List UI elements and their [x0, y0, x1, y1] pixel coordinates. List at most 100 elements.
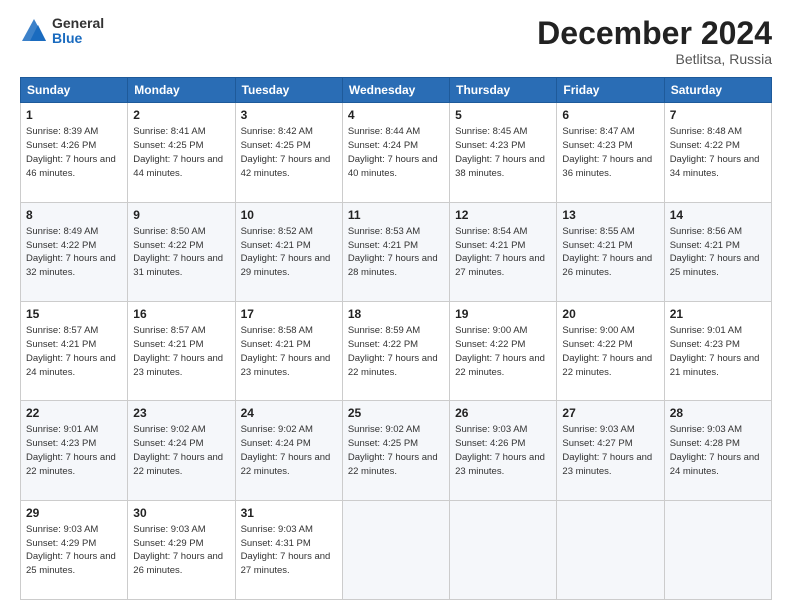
day-number: 28 [670, 405, 766, 421]
day-number: 25 [348, 405, 444, 421]
day-number: 14 [670, 207, 766, 223]
day-number: 11 [348, 207, 444, 223]
table-row: 17Sunrise: 8:58 AMSunset: 4:21 PMDayligh… [235, 301, 342, 400]
table-row: 24 Sunrise: 9:02 AMSunset: 4:24 PMDayligh… [235, 401, 342, 500]
table-row: 11Sunrise: 8:53 AMSunset: 4:21 PMDayligh… [342, 202, 449, 301]
day-info: Sunrise: 9:03 AMSunset: 4:31 PMDaylight:… [241, 524, 331, 576]
table-row [664, 500, 771, 599]
day-number: 21 [670, 306, 766, 322]
day-info: Sunrise: 8:42 AMSunset: 4:25 PMDaylight:… [241, 126, 331, 178]
table-row: 8 Sunrise: 8:49 AMSunset: 4:22 PMDaylight… [21, 202, 128, 301]
table-row: 19Sunrise: 9:00 AMSunset: 4:22 PMDayligh… [450, 301, 557, 400]
logo-icon [20, 17, 48, 45]
day-info: Sunrise: 8:56 AMSunset: 4:21 PMDaylight:… [670, 226, 760, 278]
day-number: 24 [241, 405, 337, 421]
day-info: Sunrise: 8:48 AMSunset: 4:22 PMDaylight:… [670, 126, 760, 178]
col-tuesday: Tuesday [235, 78, 342, 103]
table-row: 3 Sunrise: 8:42 AMSunset: 4:25 PMDaylight… [235, 103, 342, 202]
day-info: Sunrise: 8:52 AMSunset: 4:21 PMDaylight:… [241, 226, 331, 278]
day-number: 6 [562, 107, 658, 123]
day-info: Sunrise: 9:01 AMSunset: 4:23 PMDaylight:… [26, 424, 116, 476]
table-row: 14 Sunrise: 8:56 AMSunset: 4:21 PMDayligh… [664, 202, 771, 301]
day-info: Sunrise: 9:02 AMSunset: 4:24 PMDaylight:… [133, 424, 223, 476]
table-row: 16Sunrise: 8:57 AMSunset: 4:21 PMDayligh… [128, 301, 235, 400]
day-info: Sunrise: 8:57 AMSunset: 4:21 PMDaylight:… [26, 325, 116, 377]
day-number: 23 [133, 405, 229, 421]
day-number: 31 [241, 505, 337, 521]
table-row: 12 Sunrise: 8:54 AMSunset: 4:21 PMDayligh… [450, 202, 557, 301]
table-row: 15Sunrise: 8:57 AMSunset: 4:21 PMDayligh… [21, 301, 128, 400]
table-row [557, 500, 664, 599]
day-number: 10 [241, 207, 337, 223]
table-row: 2 Sunrise: 8:41 AMSunset: 4:25 PMDaylight… [128, 103, 235, 202]
day-number: 26 [455, 405, 551, 421]
day-info: Sunrise: 9:03 AMSunset: 4:26 PMDaylight:… [455, 424, 545, 476]
col-thursday: Thursday [450, 78, 557, 103]
day-info: Sunrise: 8:55 AMSunset: 4:21 PMDaylight:… [562, 226, 652, 278]
day-info: Sunrise: 8:44 AMSunset: 4:24 PMDaylight:… [348, 126, 438, 178]
col-sunday: Sunday [21, 78, 128, 103]
logo: General Blue [20, 16, 104, 47]
day-number: 16 [133, 306, 229, 322]
day-info: Sunrise: 9:02 AMSunset: 4:25 PMDaylight:… [348, 424, 438, 476]
table-row: 31 Sunrise: 9:03 AMSunset: 4:31 PMDayligh… [235, 500, 342, 599]
day-info: Sunrise: 9:03 AMSunset: 4:29 PMDaylight:… [26, 524, 116, 576]
table-row: 21Sunrise: 9:01 AMSunset: 4:23 PMDayligh… [664, 301, 771, 400]
day-number: 2 [133, 107, 229, 123]
calendar-week-row: 1 Sunrise: 8:39 AMSunset: 4:26 PMDaylight… [21, 103, 772, 202]
table-row: 20 Sunrise: 9:00 AMSunset: 4:22 PMDayligh… [557, 301, 664, 400]
day-info: Sunrise: 8:47 AMSunset: 4:23 PMDaylight:… [562, 126, 652, 178]
col-saturday: Saturday [664, 78, 771, 103]
logo-text: General Blue [52, 16, 104, 47]
title-block: December 2024 Betlitsa, Russia [537, 16, 772, 67]
table-row: 23 Sunrise: 9:02 AMSunset: 4:24 PMDayligh… [128, 401, 235, 500]
day-info: Sunrise: 9:02 AMSunset: 4:24 PMDaylight:… [241, 424, 331, 476]
table-row: 29 Sunrise: 9:03 AMSunset: 4:29 PMDayligh… [21, 500, 128, 599]
day-info: Sunrise: 8:41 AMSunset: 4:25 PMDaylight:… [133, 126, 223, 178]
calendar-week-row: 29 Sunrise: 9:03 AMSunset: 4:29 PMDayligh… [21, 500, 772, 599]
day-number: 27 [562, 405, 658, 421]
day-info: Sunrise: 8:54 AMSunset: 4:21 PMDaylight:… [455, 226, 545, 278]
day-info: Sunrise: 9:00 AMSunset: 4:22 PMDaylight:… [562, 325, 652, 377]
table-row: 6 Sunrise: 8:47 AMSunset: 4:23 PMDaylight… [557, 103, 664, 202]
col-friday: Friday [557, 78, 664, 103]
table-row [342, 500, 449, 599]
table-row: 5 Sunrise: 8:45 AMSunset: 4:23 PMDaylight… [450, 103, 557, 202]
table-row: 1 Sunrise: 8:39 AMSunset: 4:26 PMDaylight… [21, 103, 128, 202]
calendar-week-row: 15Sunrise: 8:57 AMSunset: 4:21 PMDayligh… [21, 301, 772, 400]
day-number: 20 [562, 306, 658, 322]
table-row: 28 Sunrise: 9:03 AMSunset: 4:28 PMDayligh… [664, 401, 771, 500]
day-number: 12 [455, 207, 551, 223]
day-info: Sunrise: 8:59 AMSunset: 4:22 PMDaylight:… [348, 325, 438, 377]
header: General Blue December 2024 Betlitsa, Rus… [20, 16, 772, 67]
page: General Blue December 2024 Betlitsa, Rus… [0, 0, 792, 612]
col-monday: Monday [128, 78, 235, 103]
day-info: Sunrise: 8:58 AMSunset: 4:21 PMDaylight:… [241, 325, 331, 377]
day-info: Sunrise: 9:03 AMSunset: 4:28 PMDaylight:… [670, 424, 760, 476]
day-number: 9 [133, 207, 229, 223]
col-wednesday: Wednesday [342, 78, 449, 103]
day-info: Sunrise: 9:03 AMSunset: 4:29 PMDaylight:… [133, 524, 223, 576]
table-row: 25 Sunrise: 9:02 AMSunset: 4:25 PMDayligh… [342, 401, 449, 500]
day-number: 5 [455, 107, 551, 123]
day-info: Sunrise: 8:45 AMSunset: 4:23 PMDaylight:… [455, 126, 545, 178]
day-number: 3 [241, 107, 337, 123]
table-row: 4Sunrise: 8:44 AMSunset: 4:24 PMDaylight… [342, 103, 449, 202]
calendar-table: Sunday Monday Tuesday Wednesday Thursday… [20, 77, 772, 600]
location: Betlitsa, Russia [537, 51, 772, 67]
day-number: 13 [562, 207, 658, 223]
day-number: 7 [670, 107, 766, 123]
day-number: 29 [26, 505, 122, 521]
day-info: Sunrise: 8:39 AMSunset: 4:26 PMDaylight:… [26, 126, 116, 178]
table-row: 13 Sunrise: 8:55 AMSunset: 4:21 PMDayligh… [557, 202, 664, 301]
day-number: 19 [455, 306, 551, 322]
day-number: 1 [26, 107, 122, 123]
day-info: Sunrise: 9:03 AMSunset: 4:27 PMDaylight:… [562, 424, 652, 476]
table-row: 30Sunrise: 9:03 AMSunset: 4:29 PMDayligh… [128, 500, 235, 599]
day-number: 22 [26, 405, 122, 421]
table-row: 10 Sunrise: 8:52 AMSunset: 4:21 PMDayligh… [235, 202, 342, 301]
day-info: Sunrise: 8:49 AMSunset: 4:22 PMDaylight:… [26, 226, 116, 278]
table-row: 27 Sunrise: 9:03 AMSunset: 4:27 PMDayligh… [557, 401, 664, 500]
day-number: 8 [26, 207, 122, 223]
calendar-week-row: 22 Sunrise: 9:01 AMSunset: 4:23 PMDayligh… [21, 401, 772, 500]
